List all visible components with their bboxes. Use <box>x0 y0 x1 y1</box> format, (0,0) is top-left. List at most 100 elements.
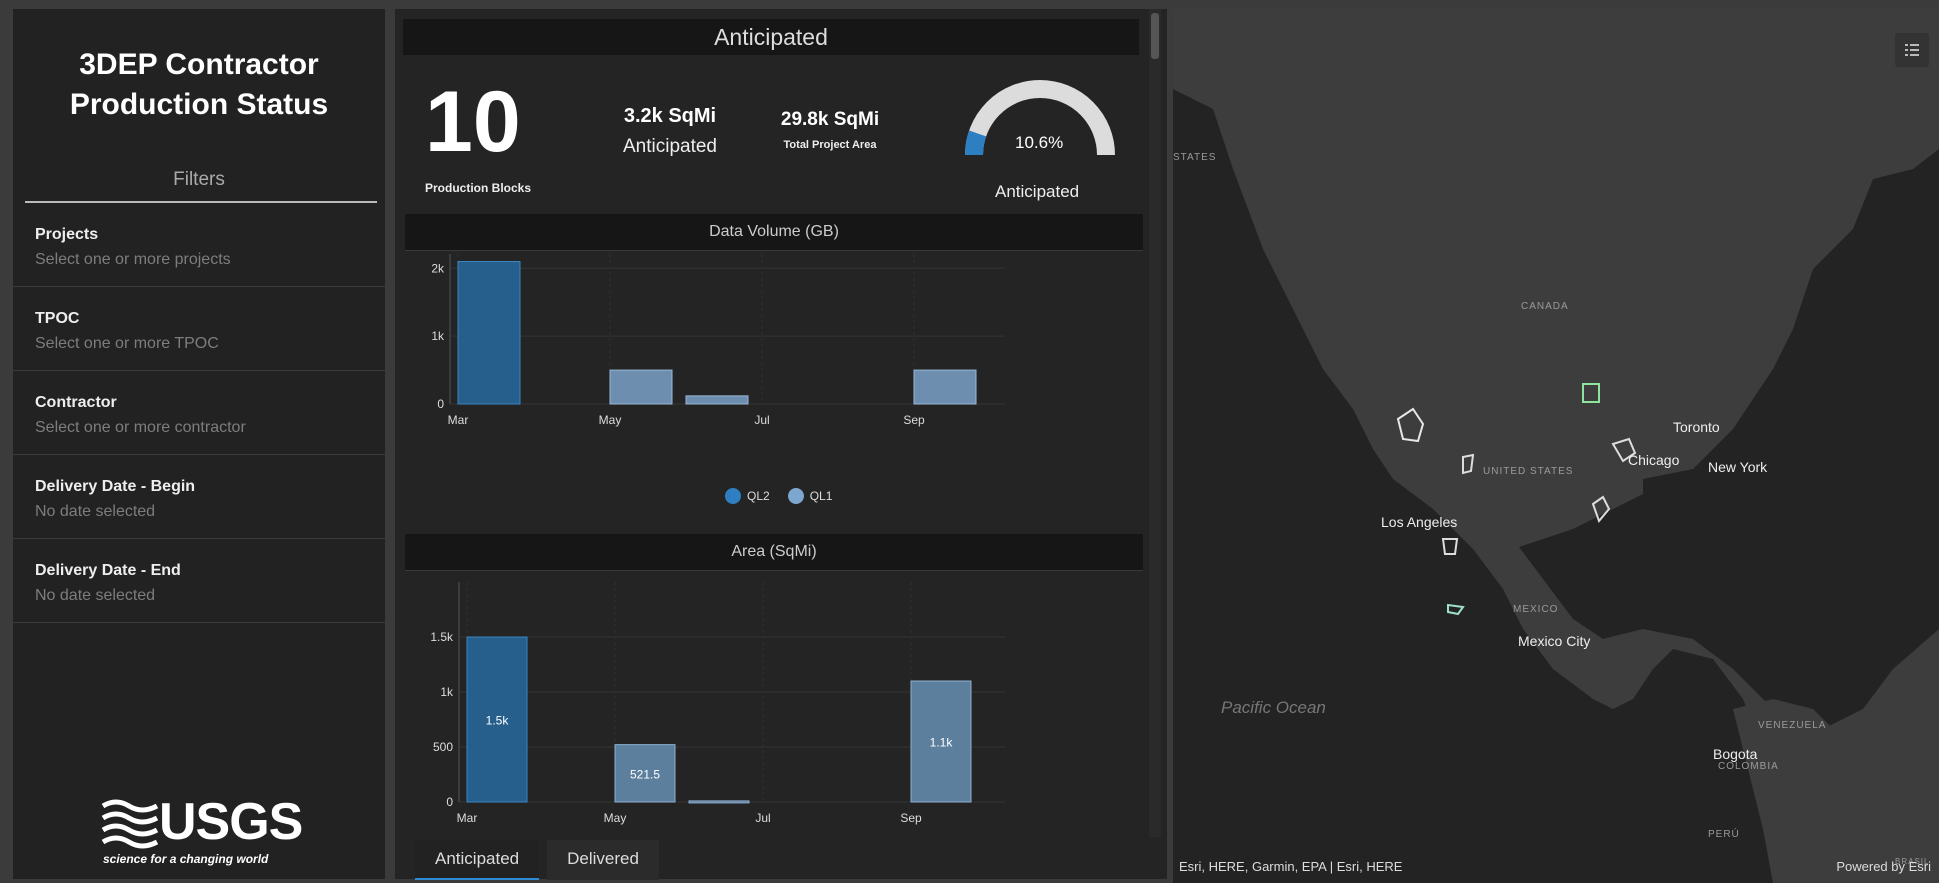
project-footprint[interactable] <box>1462 453 1475 475</box>
total-area-stat: 29.8k SqMi Total Project Area <box>765 109 895 151</box>
view-tabs: Anticipated Delivered <box>415 840 667 880</box>
filters-panel: 3DEP Contractor Production Status Filter… <box>13 9 385 879</box>
tab-anticipated[interactable]: Anticipated <box>415 840 540 880</box>
filter-label: Projects <box>35 226 99 243</box>
map-label-united-states: UNITED STATES <box>1483 466 1574 477</box>
anticipated-gauge <box>965 80 1115 156</box>
map-city-new-york: New York <box>1708 459 1768 475</box>
map-city-bogota: Bogota <box>1713 746 1758 762</box>
map-label-mexico: MEXICO <box>1513 604 1559 615</box>
map-view[interactable]: STATES CANADA UNITED STATES MEXICO VENEZ… <box>1173 9 1939 883</box>
usgs-wordmark: USGS <box>159 793 303 851</box>
filter-delivery-date-end[interactable]: Delivery Date - End No date selected <box>13 539 385 623</box>
y-tick-label: 1k <box>440 685 454 699</box>
gauge-label: Anticipated <box>995 182 1080 201</box>
x-tick-label: Jul <box>754 413 769 427</box>
x-tick-label: May <box>604 811 627 825</box>
map-label-states: STATES <box>1173 152 1217 163</box>
map-city-mexico-city: Mexico City <box>1518 633 1591 649</box>
chart-bar <box>609 369 673 405</box>
filter-projects[interactable]: Projects Select one or more projects <box>13 203 385 287</box>
project-footprint[interactable] <box>1441 538 1459 555</box>
filter-contractor[interactable]: Contractor Select one or more contractor <box>13 371 385 455</box>
usgs-tagline: science for a changing world <box>103 852 269 866</box>
chart-bar <box>457 261 521 405</box>
total-area-value: 29.8k SqMi <box>780 109 880 130</box>
map-city-los-angeles: Los Angeles <box>1381 514 1458 530</box>
chart-bar <box>688 800 750 804</box>
production-blocks-label: Production Blocks <box>425 181 532 195</box>
tab-delivered[interactable]: Delivered <box>547 840 659 880</box>
map-label-venezuela: VENEZUELA <box>1758 720 1827 731</box>
gauge-fill <box>965 130 987 156</box>
y-tick-label: 0 <box>437 397 444 411</box>
map-legend-button[interactable] <box>1895 33 1929 67</box>
x-tick-label: May <box>599 413 622 427</box>
gauge-value: 10.6% <box>1015 133 1064 152</box>
anticipated-area-label: Anticipated <box>622 136 717 157</box>
x-tick-label: Mar <box>448 413 469 427</box>
filter-placeholder: No date selected <box>35 587 156 604</box>
map-city-toronto: Toronto <box>1673 419 1720 435</box>
chart-bar <box>913 369 977 405</box>
y-tick-label: 1k <box>431 329 445 343</box>
production-blocks-value: 10 <box>425 74 521 170</box>
data-volume-chart-header: Data Volume (GB) <box>405 214 1143 251</box>
legend-item-ql1[interactable]: QL1 <box>787 488 833 504</box>
filter-tpoc[interactable]: TPOC Select one or more TPOC <box>13 287 385 371</box>
map-label-pacific-ocean: Pacific Ocean <box>1221 698 1326 717</box>
y-tick-label: 2k <box>431 261 445 275</box>
x-tick-label: Mar <box>457 811 478 825</box>
area-chart-header: Area (SqMi) <box>405 534 1143 571</box>
dashboard-panel: Anticipated 10 Production Blocks 3.2k Sq… <box>395 9 1167 880</box>
project-footprints <box>1396 383 1637 616</box>
legend-swatch-ql2 <box>725 488 741 504</box>
scrollbar-track[interactable] <box>1149 9 1161 837</box>
filter-label: Delivery Date - End <box>35 562 181 579</box>
filter-placeholder: Select one or more projects <box>35 251 231 268</box>
legend-item-ql2[interactable]: QL2 <box>725 488 770 504</box>
anticipated-area-stat: 3.2k SqMi Anticipated <box>605 105 735 158</box>
x-tick-label: Jul <box>755 811 770 825</box>
filter-label: Delivery Date - Begin <box>35 478 196 495</box>
filter-placeholder: Select one or more contractor <box>35 419 246 436</box>
map-label-canada: CANADA <box>1521 301 1569 312</box>
chart-bar <box>685 395 749 405</box>
filter-placeholder: Select one or more TPOC <box>35 335 219 352</box>
usgs-wave-icon <box>101 799 159 849</box>
app-title-line2: Production Status <box>69 88 329 121</box>
filter-label: TPOC <box>35 310 80 327</box>
map-city-chicago: Chicago <box>1628 452 1680 468</box>
project-footprint[interactable] <box>1396 407 1425 443</box>
chart-legend: QL2 QL1 <box>725 488 832 504</box>
legend-label-ql2: QL2 <box>747 489 770 503</box>
filter-label: Contractor <box>35 394 117 411</box>
x-tick-label: Sep <box>900 811 922 825</box>
filter-placeholder: No date selected <box>35 503 156 520</box>
scrollbar-thumb[interactable] <box>1151 13 1159 59</box>
project-footprint[interactable] <box>1582 383 1600 403</box>
app-title: 3DEP Contractor Production Status <box>13 45 385 125</box>
usgs-logo: USGS science for a changing world <box>101 794 311 874</box>
filters-heading: Filters <box>173 169 225 190</box>
data-volume-chart: 0 1k 2k Mar May Jul Sep <box>431 254 1005 427</box>
map-attribution[interactable]: Esri, HERE, Garmin, EPA | Esri, HERE <box>1179 859 1402 874</box>
map-label-colombia: COLOMBIA <box>1718 761 1779 772</box>
summary-header: Anticipated <box>403 19 1139 55</box>
filter-delivery-date-begin[interactable]: Delivery Date - Begin No date selected <box>13 455 385 539</box>
total-area-label: Total Project Area <box>783 139 877 151</box>
legend-label-ql1: QL1 <box>809 489 833 503</box>
y-tick-label: 500 <box>433 740 453 754</box>
legend-list-icon <box>1905 44 1919 56</box>
anticipated-area-value: 3.2k SqMi <box>623 105 717 127</box>
map-label-peru: PERÚ <box>1708 829 1740 840</box>
y-tick-label: 1.5k <box>430 630 454 644</box>
map-powered-by[interactable]: Powered by Esri <box>1836 859 1931 874</box>
project-footprint[interactable] <box>1447 603 1465 616</box>
area-chart: 0 500 1k 1.5k Mar May Jul Sep 1.5k 521.5 1.1k <box>430 582 1005 825</box>
bar-data-label: 521.5 <box>630 767 660 781</box>
bar-data-label: 1.1k <box>930 736 954 750</box>
legend-swatch-ql1 <box>787 488 804 504</box>
project-footprint[interactable] <box>1591 495 1611 523</box>
app-title-line1: 3DEP Contractor <box>79 48 319 81</box>
